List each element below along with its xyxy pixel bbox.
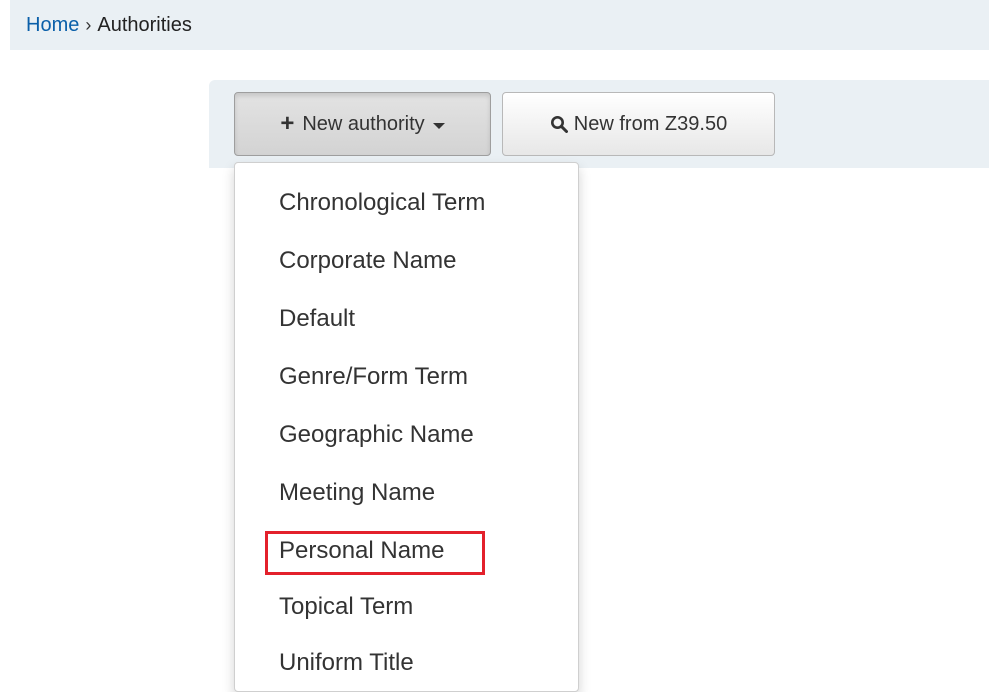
- new-from-z3950-button[interactable]: New from Z39.50: [502, 92, 775, 156]
- dropdown-item-geographic-name[interactable]: Geographic Name: [279, 420, 474, 450]
- new-authority-dropdown-menu: Chronological Term Corporate Name Defaul…: [234, 162, 579, 692]
- dropdown-item-genre-form-term[interactable]: Genre/Form Term: [279, 362, 468, 392]
- caret-down-icon: [432, 122, 445, 129]
- breadcrumb: Home › Authorities: [10, 0, 989, 50]
- breadcrumb-separator: ›: [85, 14, 92, 35]
- new-from-z3950-label: New from Z39.50: [573, 112, 728, 135]
- plus-icon: +: [280, 110, 295, 137]
- dropdown-item-topical-term[interactable]: Topical Term: [279, 592, 413, 622]
- breadcrumb-current: Authorities: [97, 13, 192, 36]
- new-authority-label: New authority: [302, 112, 425, 135]
- dropdown-item-uniform-title[interactable]: Uniform Title: [279, 648, 414, 678]
- dropdown-item-personal-name[interactable]: Personal Name: [279, 536, 444, 566]
- search-icon: [550, 116, 568, 133]
- new-authority-button[interactable]: + New authority: [234, 92, 491, 156]
- dropdown-item-meeting-name[interactable]: Meeting Name: [279, 478, 435, 508]
- breadcrumb-home-link[interactable]: Home: [26, 14, 79, 37]
- dropdown-item-corporate-name[interactable]: Corporate Name: [279, 246, 456, 276]
- dropdown-item-chronological-term[interactable]: Chronological Term: [279, 188, 485, 218]
- dropdown-item-default[interactable]: Default: [279, 304, 355, 334]
